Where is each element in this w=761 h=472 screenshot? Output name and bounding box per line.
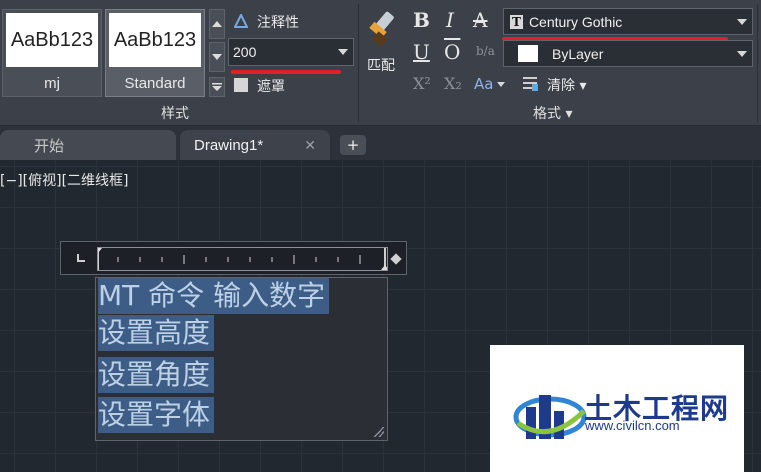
match-brush-icon xyxy=(366,10,400,52)
format-panel-title[interactable]: 格式 ▾ xyxy=(533,103,572,123)
mtext-line-1[interactable]: MT 命令 输入数字 xyxy=(98,278,330,314)
tab-start[interactable]: 开始 xyxy=(0,130,176,160)
red-annotation-stroke xyxy=(231,70,341,74)
font-name-value: Century Gothic xyxy=(528,13,623,30)
color-value: ByLayer xyxy=(552,45,604,62)
style-card-mj[interactable]: AaBb123 mj xyxy=(2,9,102,97)
mtext-line-2[interactable]: 设置高度 xyxy=(98,315,215,351)
mtext-line-4[interactable]: 设置字体 xyxy=(98,397,215,433)
chevron-down-icon xyxy=(338,49,348,55)
style-preview: AaBb123 xyxy=(6,13,98,67)
strikethrough-button[interactable]: A xyxy=(473,8,487,32)
style-expand-button[interactable] xyxy=(209,77,225,97)
style-name: Standard xyxy=(124,75,186,92)
style-preview: AaBb123 xyxy=(109,13,201,67)
tab-drawing1[interactable]: Drawing1* ✕ xyxy=(180,130,330,160)
new-tab-button[interactable]: + xyxy=(340,135,366,155)
chevron-down-icon xyxy=(737,50,747,57)
clear-format-icon xyxy=(521,74,539,96)
clear-format-button[interactable]: 清除 ▾ xyxy=(547,75,586,95)
ruler-bar[interactable] xyxy=(94,247,389,271)
italic-button[interactable]: I xyxy=(446,8,454,32)
mtext-line-3[interactable]: 设置角度 xyxy=(98,357,215,393)
ribbon: AaBb123 mj AaBb123 Standard 注释性 200 遮罩 样… xyxy=(0,0,761,126)
text-height-value: 200 xyxy=(233,44,257,60)
color-combo[interactable]: ByLayer xyxy=(503,40,753,67)
mask-icon xyxy=(234,78,248,92)
text-height-combo[interactable]: 200 xyxy=(228,38,354,66)
ruler-width-handle[interactable] xyxy=(390,253,402,265)
style-card-standard[interactable]: AaBb123 Standard xyxy=(105,9,205,97)
truetype-icon: T xyxy=(510,14,523,29)
bold-button[interactable]: B xyxy=(413,8,430,32)
panel-divider xyxy=(757,4,758,122)
resize-grip-icon[interactable] xyxy=(374,427,384,437)
chevron-down-icon xyxy=(737,18,747,25)
panel-divider xyxy=(358,4,359,122)
style-scroll-down-button[interactable] xyxy=(209,42,225,72)
color-swatch xyxy=(518,45,538,62)
watermark-url: www.civilcn.com xyxy=(585,418,680,433)
annotative-icon xyxy=(233,12,249,32)
change-case-button[interactable]: Aa xyxy=(474,75,493,93)
file-tab-bar: 开始 Drawing1* ✕ + xyxy=(0,126,761,160)
triangle-up-icon xyxy=(212,21,222,27)
overline-button[interactable]: O xyxy=(444,40,460,64)
mtext-editor[interactable]: MT 命令 输入数字 设置高度 设置角度 设置字体 xyxy=(95,277,388,441)
ruler-corner-icon xyxy=(77,254,85,262)
tab-label: 开始 xyxy=(34,137,65,155)
font-combo[interactable]: T Century Gothic xyxy=(503,8,753,35)
subscript-button[interactable]: X₂ xyxy=(444,74,462,93)
viewport-controls-label[interactable]: [−][俯视][二维线框] xyxy=(0,170,129,190)
tab-label: Drawing1* xyxy=(194,136,264,154)
annotative-button[interactable]: 注释性 xyxy=(257,12,299,32)
watermark-logo: 土木工程网 www.civilcn.com xyxy=(490,345,744,472)
underline-button[interactable]: U xyxy=(413,40,430,64)
triangle-down-icon xyxy=(212,54,222,60)
mtext-ruler[interactable] xyxy=(60,241,407,275)
expand-menu-icon xyxy=(212,83,222,91)
close-icon[interactable]: ✕ xyxy=(304,137,316,154)
match-button[interactable]: 匹配 xyxy=(367,55,395,75)
style-scroll-up-button[interactable] xyxy=(209,9,225,39)
style-panel-title: 样式 xyxy=(161,106,189,122)
change-case-chevron-icon[interactable] xyxy=(497,82,505,87)
ruler-ticks xyxy=(94,248,389,270)
stack-button[interactable]: b/a xyxy=(476,44,495,58)
style-name: mj xyxy=(44,75,60,92)
mask-button[interactable]: 遮罩 xyxy=(257,76,285,96)
superscript-button[interactable]: X² xyxy=(413,74,431,93)
